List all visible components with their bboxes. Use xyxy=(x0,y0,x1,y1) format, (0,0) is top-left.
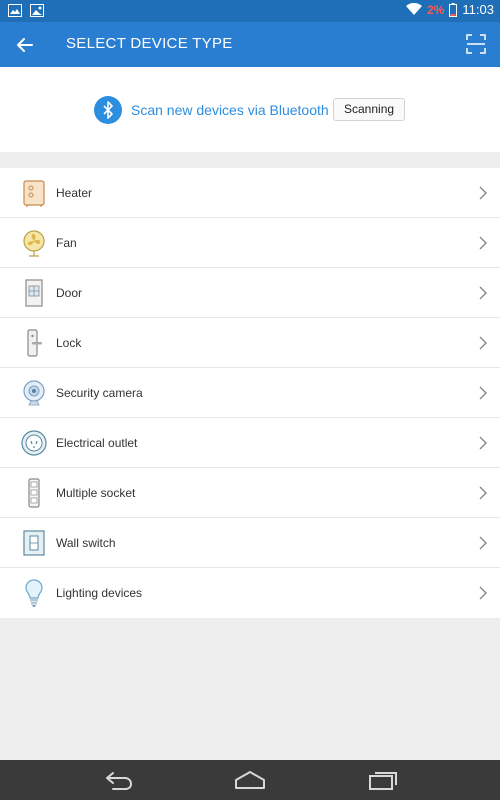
chevron-right-icon xyxy=(479,536,487,550)
chevron-right-icon xyxy=(479,486,487,500)
device-item-wall-switch[interactable]: Wall switch xyxy=(0,518,500,568)
door-icon xyxy=(25,279,43,307)
scanning-button[interactable]: Scanning xyxy=(333,98,406,121)
battery-percent: 2% xyxy=(427,2,445,17)
scan-frame-icon xyxy=(466,34,486,54)
chevron-right-icon xyxy=(479,236,487,250)
device-item-door[interactable]: Door xyxy=(0,268,500,318)
nav-recents-button[interactable] xyxy=(366,768,400,792)
device-item-heater[interactable]: Heater xyxy=(0,168,500,218)
heater-icon xyxy=(23,180,45,207)
system-navigation-bar xyxy=(0,760,500,800)
nav-home-icon xyxy=(235,771,265,789)
chevron-right-icon xyxy=(479,286,487,300)
chevron-right-icon xyxy=(479,436,487,450)
back-arrow-icon xyxy=(17,38,33,52)
device-label: Electrical outlet xyxy=(56,436,138,450)
chevron-right-icon xyxy=(479,186,487,200)
battery-icon xyxy=(449,2,458,17)
bluetooth-scan-section: Scan new devices via Bluetooth Scanning xyxy=(0,67,500,152)
nav-back-icon xyxy=(106,772,132,790)
gallery-notification-icon xyxy=(8,4,22,17)
device-label: Wall switch xyxy=(56,536,116,550)
device-item-lock[interactable]: Lock xyxy=(0,318,500,368)
device-label: Security camera xyxy=(56,386,143,400)
device-label: Multiple socket xyxy=(56,486,136,500)
wifi-icon xyxy=(406,3,423,15)
nav-recents-icon xyxy=(369,772,397,790)
chevron-right-icon xyxy=(479,586,487,600)
device-label: Lock xyxy=(56,336,82,350)
image-notification-icon xyxy=(30,4,44,17)
device-item-electrical-outlet[interactable]: Electrical outlet xyxy=(0,418,500,468)
notification-icons xyxy=(8,4,44,17)
chevron-right-icon xyxy=(479,336,487,350)
device-label: Fan xyxy=(56,236,77,250)
lock-icon xyxy=(27,329,42,357)
device-label: Door xyxy=(56,286,83,300)
nav-home-button[interactable] xyxy=(233,768,267,792)
device-item-fan[interactable]: Fan xyxy=(0,218,500,268)
device-label: Lighting devices xyxy=(56,586,143,600)
device-type-list: Heater Fan Door Lock Security camera Ele… xyxy=(0,168,500,618)
nav-back-button[interactable] xyxy=(101,768,135,792)
chevron-right-icon xyxy=(479,386,487,400)
camera-icon xyxy=(23,380,45,406)
page-title: SELECT DEVICE TYPE xyxy=(66,35,233,52)
device-label: Heater xyxy=(56,186,93,200)
clock: 11:03 xyxy=(462,2,494,17)
device-item-lighting-devices[interactable]: Lighting devices xyxy=(0,568,500,618)
bluetooth-icon xyxy=(94,96,122,124)
power-strip-icon xyxy=(28,478,40,508)
device-item-security-camera[interactable]: Security camera xyxy=(0,368,500,418)
bluetooth-scan-link[interactable]: Scan new devices via Bluetooth xyxy=(131,102,329,118)
status-bar: 2% 11:03 xyxy=(0,0,500,22)
system-status: 2% 11:03 xyxy=(406,2,494,17)
qr-scan-button[interactable] xyxy=(464,32,488,56)
light-bulb-icon xyxy=(25,579,43,607)
device-item-multiple-socket[interactable]: Multiple socket xyxy=(0,468,500,518)
fan-icon xyxy=(23,230,45,257)
back-button[interactable] xyxy=(10,32,38,58)
app-bar: SELECT DEVICE TYPE xyxy=(0,22,500,67)
wall-switch-icon xyxy=(23,530,45,556)
outlet-icon xyxy=(21,430,47,456)
